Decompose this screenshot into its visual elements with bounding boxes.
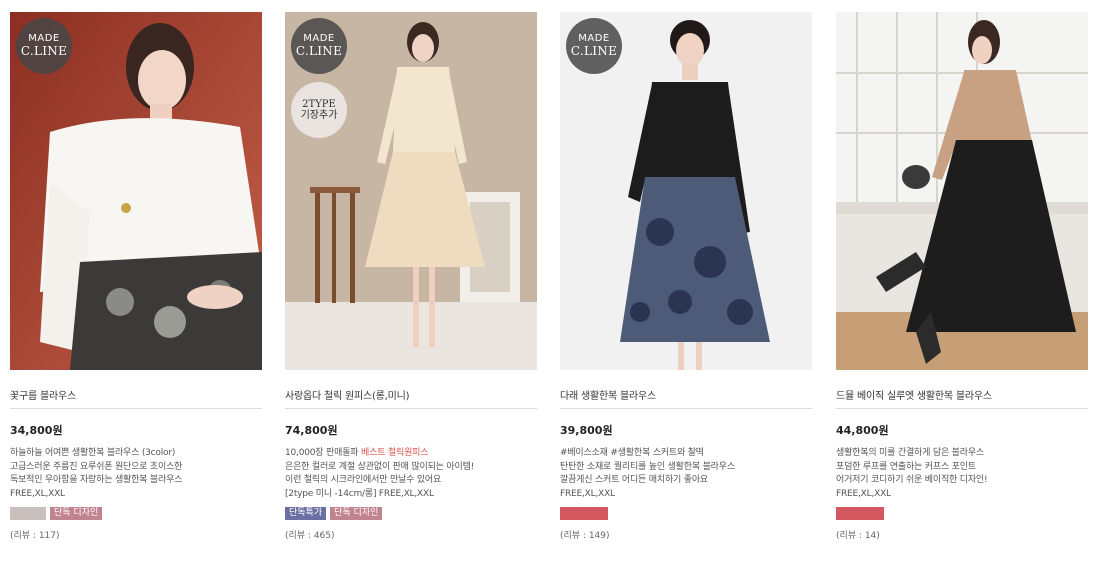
product-price: 34,800원 — [10, 424, 63, 437]
product-name[interactable]: 다래 생활한복 블라우스 — [560, 387, 813, 402]
product-description: 하늘하늘 어여쁜 생활한복 블라우스 (3color) 고급스러운 주름진 요루… — [10, 447, 263, 501]
color-tag[interactable] — [836, 507, 884, 520]
desc-line: 10,000장 판매돌파 베스트 철릭원피스 — [285, 448, 429, 458]
divider — [560, 408, 812, 409]
badge-type-label: 2TYPE — [302, 98, 336, 110]
review-count[interactable]: (리뷰 : 117) — [10, 528, 263, 541]
product-price: 74,800원 — [285, 424, 338, 437]
size-options: FREE,XL,XXL — [836, 488, 891, 499]
exclusive-design-tag[interactable]: 단독 디자인 — [50, 507, 103, 520]
badge-brand-label: C.LINE — [295, 43, 343, 58]
product-image[interactable]: MADE C.LINE 2TYPE 기장추가 — [285, 12, 537, 370]
size-options: FREE,XL,XXL — [560, 488, 615, 499]
product-name[interactable]: 드뮬 베이직 실루엣 생활한복 블라우스 — [836, 387, 1089, 402]
product-card[interactable]: MADE C.LINE 다래 생활한복 블라우스 39,800원 #베이스소재 … — [560, 12, 813, 541]
desc-line: 생활한복의 미를 간결하게 담은 블라우스 — [836, 448, 985, 458]
desc-line: #베이스소재 #생활한복 스커트와 찰떡 — [560, 448, 704, 458]
color-tag[interactable] — [560, 507, 608, 520]
color-tag[interactable] — [10, 507, 46, 520]
product-photo — [836, 12, 1088, 370]
desc-line: 고급스러운 주름진 요루쉬폰 원단으로 초이스한 — [10, 461, 183, 472]
product-image[interactable]: MADE C.LINE — [10, 12, 262, 370]
desc-line: 은은한 컬러로 계절 상관없이 판매 많이되는 아이템! — [285, 461, 475, 472]
product-description: 10,000장 판매돌파 베스트 철릭원피스 은은한 컬러로 계절 상관없이 판… — [285, 447, 538, 501]
product-name[interactable]: 사랑옵다 철릭 원피스(롱,미니) — [285, 387, 538, 402]
desc-line: 탄탄한 소재로 퀄리티를 높인 생활한복 블라우스 — [560, 461, 735, 472]
product-name[interactable]: 꽃구름 블라우스 — [10, 387, 263, 402]
tag-list — [560, 507, 813, 520]
product-price: 39,800원 — [560, 424, 613, 437]
product-image[interactable]: MADE C.LINE — [560, 12, 812, 370]
product-description: #베이스소재 #생활한복 스커트와 찰떡 탄탄한 소재로 퀄리티를 높인 생활한… — [560, 447, 813, 501]
size-options: FREE,XL,XXL — [10, 488, 65, 499]
two-type-badge: 2TYPE 기장추가 — [291, 82, 347, 138]
review-count[interactable]: (리뷰 : 14) — [836, 528, 1089, 541]
tag-list: 단독 디자인 — [10, 507, 263, 520]
tag-list: 단독특가 단독 디자인 — [285, 507, 538, 520]
product-description: 생활한복의 미를 간결하게 담은 블라우스 포덤한 루프를 연출하는 커프스 포… — [836, 447, 1089, 501]
product-price: 44,800원 — [836, 424, 889, 437]
made-cline-badge: MADE C.LINE — [291, 18, 347, 74]
review-count[interactable]: (리뷰 : 465) — [285, 528, 538, 541]
product-image[interactable] — [836, 12, 1088, 370]
desc-line: 독보적인 우아함을 자랑하는 생활한복 블라우스 — [10, 475, 183, 485]
review-count[interactable]: (리뷰 : 149) — [560, 528, 813, 541]
size-options: [2type 미니 -14cm/롱] FREE,XL,XXL — [285, 488, 434, 499]
product-card[interactable]: MADE C.LINE 2TYPE 기장추가 사랑옵다 철릭 원피스(롱,미니)… — [285, 12, 538, 541]
desc-line: 하늘하늘 어여쁜 생활한복 블라우스 (3color) — [10, 448, 176, 458]
made-cline-badge: MADE C.LINE — [566, 18, 622, 74]
exclusive-design-tag[interactable]: 단독 디자인 — [330, 507, 383, 520]
divider — [836, 408, 1088, 409]
desc-line: 깔끔게신 스커트 어디든 매치하기 좋아요 — [560, 475, 709, 485]
made-cline-badge: MADE C.LINE — [16, 18, 72, 74]
badge-brand-label: C.LINE — [20, 43, 68, 58]
product-grid: MADE C.LINE 꽃구름 블라우스 34,800원 하늘하늘 어여쁜 생활… — [0, 0, 1101, 577]
divider — [285, 408, 537, 409]
tag-list — [836, 507, 1089, 520]
desc-line: 어거저기 코디하기 쉬운 베이직한 디자인! — [836, 475, 988, 485]
badge-length-label: 기장추가 — [300, 110, 338, 121]
highlight-text: 베스트 철릭원피스 — [361, 448, 429, 458]
divider — [10, 408, 262, 409]
desc-line: 이런 철릭의 시크라인에서만 만날수 있어요 — [285, 475, 442, 485]
product-card[interactable]: MADE C.LINE 꽃구름 블라우스 34,800원 하늘하늘 어여쁜 생활… — [10, 12, 263, 541]
product-card[interactable]: 드뮬 베이직 실루엣 생활한복 블라우스 44,800원 생활한복의 미를 간결… — [836, 12, 1089, 541]
exclusive-price-tag[interactable]: 단독특가 — [285, 507, 327, 520]
badge-brand-label: C.LINE — [570, 43, 618, 58]
desc-line: 포덤한 루프를 연출하는 커프스 포인트 — [836, 461, 976, 472]
